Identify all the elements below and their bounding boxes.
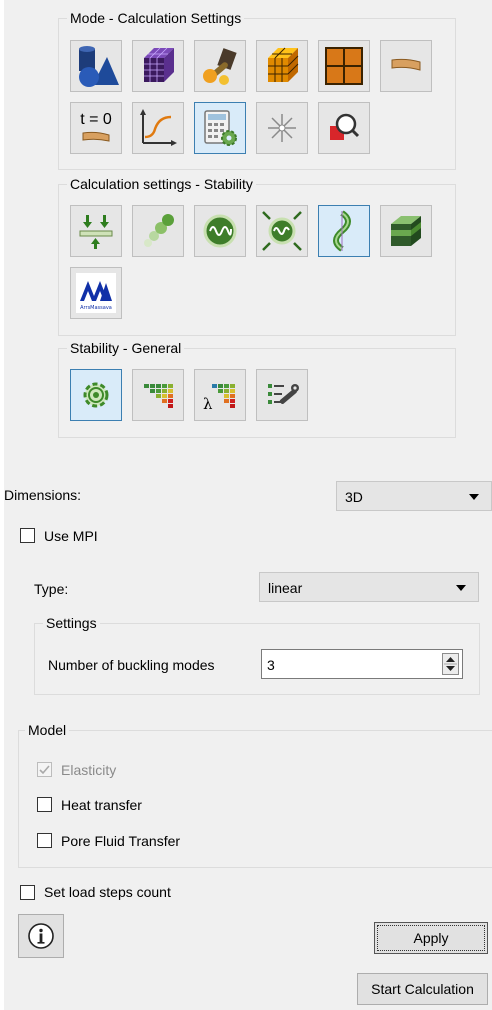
type-label: Type:	[34, 581, 69, 597]
elasticity-label: Elasticity	[61, 762, 117, 778]
arrhythmia-analysis-button[interactable]: ArrsMassava	[70, 267, 122, 319]
geometry-shapes-icon	[79, 46, 119, 87]
settings-group-title: Settings	[43, 614, 100, 632]
stability-analysis-button[interactable]	[318, 205, 370, 257]
grid-mode-button[interactable]	[318, 40, 370, 92]
dimensions-dropdown[interactable]: 3D	[336, 481, 492, 511]
load-arrows-icon	[79, 215, 113, 249]
beam-icon	[391, 58, 421, 71]
oscillation-arrows-icon	[262, 211, 302, 251]
list-wrench-icon	[268, 384, 299, 404]
buckling-icon	[333, 210, 351, 252]
grid-icon	[325, 47, 363, 85]
forced-vibration-button[interactable]	[256, 205, 308, 257]
eigenvalue-settings-button[interactable]: λ	[194, 369, 246, 421]
analysis-group-title: Calculation settings - Stability	[67, 175, 256, 193]
initial-state-label: t = 0	[80, 111, 112, 128]
start-calculation-button[interactable]: Start Calculation	[357, 973, 488, 1005]
model-group-title: Model	[25, 721, 70, 739]
starburst-icon	[268, 114, 296, 142]
matrix-settings-button[interactable]	[132, 369, 184, 421]
heat-transfer-label: Heat transfer	[61, 797, 142, 813]
logo-icon: ArrsMassava	[76, 273, 116, 313]
oscillation-icon	[203, 214, 237, 248]
pore-fluid-label: Pore Fluid Transfer	[61, 833, 181, 849]
use-mpi-checkbox[interactable]	[20, 528, 35, 543]
buckling-modes-spinbox[interactable]: 3	[261, 649, 463, 679]
beam-mode-button[interactable]	[380, 40, 432, 92]
stability-group-title: Stability - General	[67, 339, 185, 357]
eigenfrequency-analysis-button[interactable]	[194, 205, 246, 257]
info-button[interactable]	[18, 914, 64, 958]
magnifier-icon	[330, 113, 360, 140]
statics-analysis-button[interactable]	[70, 205, 122, 257]
chevron-down-icon	[456, 585, 466, 591]
stability-general-group: Stability - General λ	[58, 339, 456, 438]
initial-state-icon	[82, 131, 110, 142]
dimensions-label: Dimensions:	[4, 487, 82, 503]
calculation-settings-stability-group: Calculation settings - Stability ArrsMas…	[58, 175, 456, 336]
info-icon	[28, 923, 54, 949]
wrench-tools-icon	[203, 48, 237, 85]
solver-settings-button[interactable]	[256, 369, 308, 421]
graph-mode-button[interactable]	[132, 102, 184, 154]
motion-trail-icon	[144, 214, 174, 247]
lambda-label: λ	[203, 395, 213, 413]
model-group: Model Elasticity Heat transfer Pore Flui…	[18, 721, 492, 868]
chart-curve-icon	[140, 109, 177, 146]
load-steps-label: Set load steps count	[44, 884, 171, 900]
general-settings-button[interactable]	[70, 369, 122, 421]
settings-group: Settings Number of buckling modes 3	[34, 614, 480, 695]
material-mode-button[interactable]	[256, 40, 308, 92]
buckling-modes-label: Number of buckling modes	[48, 657, 215, 673]
properties-mode-button[interactable]	[194, 40, 246, 92]
spin-buttons[interactable]	[442, 653, 459, 675]
calculation-panel: Mode - Calculation Settings t = 0 Calcul…	[4, 0, 492, 1010]
results-mode-button[interactable]	[256, 102, 308, 154]
dynamics-analysis-button[interactable]	[132, 205, 184, 257]
elasticity-checkbox[interactable]	[37, 762, 52, 777]
buckling-modes-value: 3	[267, 657, 275, 673]
type-value: linear	[268, 580, 303, 596]
heat-transfer-checkbox[interactable]	[37, 797, 52, 812]
type-dropdown[interactable]: linear	[259, 572, 479, 602]
mode-group-title: Mode - Calculation Settings	[67, 9, 245, 27]
pore-fluid-checkbox[interactable]	[37, 833, 52, 848]
apply-button[interactable]: Apply	[374, 922, 488, 954]
spin-arrows-icon	[444, 657, 457, 671]
layered-cube-icon	[391, 216, 421, 246]
matrix-icon	[144, 384, 173, 408]
calculator-gear-icon	[204, 110, 237, 146]
svg-text:ArrsMassava: ArrsMassava	[80, 305, 112, 311]
mode-calculation-settings-group: Mode - Calculation Settings t = 0	[58, 9, 456, 170]
dimensions-value: 3D	[345, 489, 363, 505]
inspect-mode-button[interactable]	[318, 102, 370, 154]
load-steps-checkbox[interactable]	[20, 885, 35, 900]
mesh-mode-button[interactable]	[132, 40, 184, 92]
initial-state-button[interactable]: t = 0	[70, 102, 122, 154]
use-mpi-label: Use MPI	[44, 528, 98, 544]
gear-icon	[83, 382, 109, 408]
layered-analysis-button[interactable]	[380, 205, 432, 257]
gridded-cube-icon	[268, 47, 299, 82]
calculation-settings-button[interactable]	[194, 102, 246, 154]
checkmark-icon	[39, 765, 50, 775]
geometry-mode-button[interactable]	[70, 40, 122, 92]
chevron-down-icon	[469, 494, 479, 500]
mesh-cube-icon	[144, 47, 174, 82]
